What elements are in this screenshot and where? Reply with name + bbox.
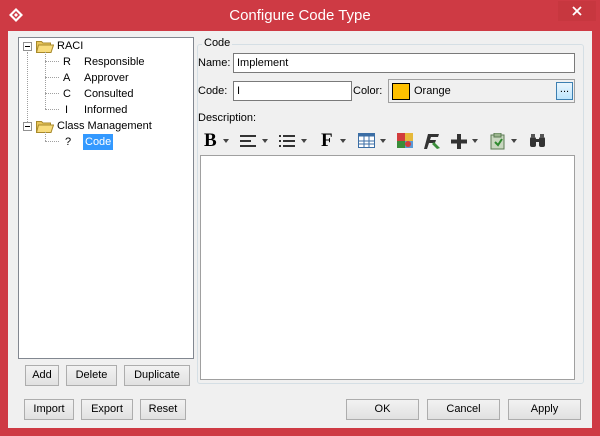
tree-item-informed[interactable]: I Informed (63, 102, 193, 118)
binoculars-icon (530, 134, 545, 147)
description-label: Description: (198, 112, 257, 124)
duplicate-button[interactable]: Duplicate (124, 365, 190, 386)
item-label: Informed (84, 104, 128, 116)
color-label: Color: (353, 85, 383, 97)
table-icon (358, 133, 375, 148)
color-swatch (392, 83, 410, 100)
chevron-down-icon (301, 139, 307, 143)
description-editor[interactable] (200, 155, 575, 380)
name-label: Name: (198, 57, 231, 69)
item-label: Responsible (84, 56, 145, 68)
font-icon: F (321, 130, 333, 151)
export-button[interactable]: Export (81, 399, 133, 420)
tree-group-class-management[interactable]: Class Management (57, 118, 152, 134)
bold-button[interactable]: B (202, 130, 232, 152)
reset-button[interactable]: Reset (140, 399, 186, 420)
chevron-down-icon (340, 139, 346, 143)
collapse-toggle-raci[interactable] (23, 42, 32, 51)
list-icon (279, 135, 295, 147)
dialog-content: RACI R Responsible A Approver C Consulte… (8, 31, 592, 428)
code-group-title: Code (202, 37, 233, 49)
item-label: Consulted (84, 88, 134, 100)
image-button[interactable] (397, 130, 417, 152)
apply-button[interactable]: Apply (508, 399, 581, 420)
item-code: ? (65, 136, 72, 148)
chevron-down-icon (262, 139, 268, 143)
chevron-down-icon (472, 139, 478, 143)
item-label: Approver (84, 72, 129, 84)
tree-item-consulted[interactable]: C Consulted (63, 86, 193, 102)
tree-group-label: Class Management (57, 120, 152, 132)
tree-item-responsible[interactable]: R Responsible (63, 54, 193, 70)
name-input[interactable] (233, 53, 575, 73)
tree-item-code[interactable]: ? Code (63, 134, 193, 150)
insert-button[interactable] (451, 130, 481, 152)
item-code: R (63, 56, 71, 68)
color-name: Orange (414, 85, 451, 97)
tree-group-raci[interactable]: RACI (57, 38, 83, 54)
code-label: Code: (198, 85, 228, 97)
image-icon (397, 133, 413, 148)
paste-button[interactable] (490, 130, 520, 152)
dialog-window: Configure Code Type RACI R Responsible A… (0, 0, 600, 436)
cancel-button[interactable]: Cancel (427, 399, 500, 420)
find-button[interactable] (529, 130, 549, 152)
close-icon (572, 6, 582, 16)
format-icon (424, 134, 440, 149)
collapse-toggle-class-management[interactable] (23, 122, 32, 131)
tree-item-approver[interactable]: A Approver (63, 70, 193, 86)
tree-group-label: RACI (57, 40, 84, 52)
chevron-down-icon (511, 139, 517, 143)
window-title: Configure Code Type (229, 7, 371, 24)
close-button[interactable] (558, 1, 596, 21)
bold-icon: B (204, 130, 217, 151)
item-code: C (63, 88, 71, 100)
list-button[interactable] (279, 130, 309, 152)
chevron-down-icon (223, 139, 229, 143)
code-input[interactable] (233, 81, 352, 101)
font-button[interactable]: F (319, 130, 349, 152)
item-label-selected: Code (83, 134, 114, 150)
item-code: A (63, 72, 71, 84)
import-button[interactable]: Import (24, 399, 74, 420)
table-button[interactable] (358, 130, 388, 152)
code-type-tree[interactable]: RACI R Responsible A Approver C Consulte… (18, 37, 194, 359)
delete-button[interactable]: Delete (66, 365, 117, 386)
color-picker[interactable]: Orange ... (388, 79, 575, 103)
format-button[interactable] (424, 130, 444, 152)
title-bar: Configure Code Type (0, 0, 600, 32)
align-icon (240, 135, 256, 147)
chevron-down-icon (380, 139, 386, 143)
ok-button[interactable]: OK (346, 399, 419, 420)
align-button[interactable] (240, 130, 270, 152)
insert-icon (451, 134, 467, 149)
choose-color-button[interactable]: ... (556, 82, 573, 100)
paste-icon (490, 133, 505, 150)
item-code: I (65, 104, 69, 116)
add-button[interactable]: Add (25, 365, 59, 386)
